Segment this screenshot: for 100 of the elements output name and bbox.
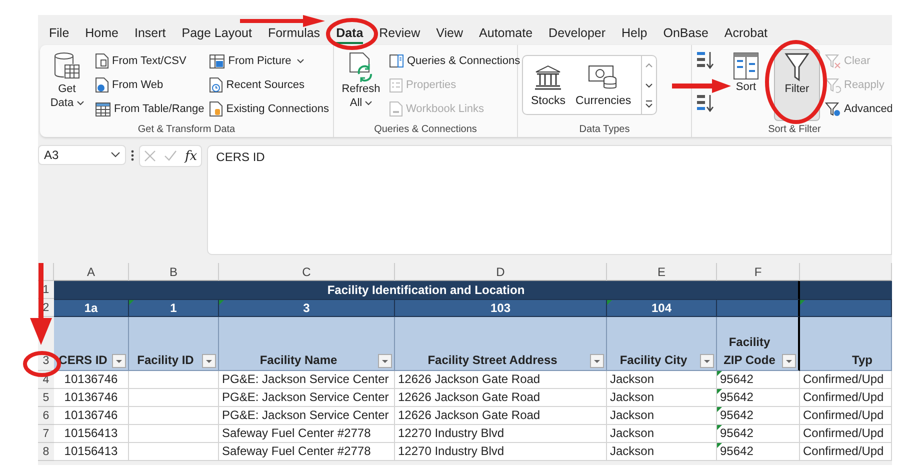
sort-button[interactable] <box>696 50 714 70</box>
insert-function-button[interactable]: fx <box>185 148 198 164</box>
table-cell: 10156413 <box>54 443 129 461</box>
table-cell: Confirmed/Upd <box>800 407 892 425</box>
chevron-down-icon <box>365 100 372 106</box>
data-type-button[interactable]: Stocks <box>531 64 566 106</box>
table-cell: Confirmed/Upd <box>800 425 892 443</box>
chevron-down-icon <box>297 58 304 64</box>
table-cell: 12270 Industry Blvd <box>395 425 607 443</box>
sort-grid-icon <box>733 52 759 80</box>
table-cell: Confirmed/Upd <box>800 371 892 389</box>
filter-dropdown-button[interactable] <box>112 354 126 368</box>
menu-tab[interactable]: Developer <box>548 26 606 44</box>
menu-tab[interactable]: Help <box>622 26 648 44</box>
table-cell: Jackson <box>607 407 717 425</box>
ribbon-button[interactable]: Filter <box>774 49 820 121</box>
reapply-filter-icon <box>825 78 841 92</box>
table-cell: 95642 <box>717 389 800 407</box>
table-cell: 12626 Jackson Gate Road <box>395 407 607 425</box>
check-icon[interactable] <box>164 150 177 162</box>
menu-tab[interactable]: View <box>436 26 464 44</box>
table-cell: Confirmed/Upd <box>800 443 892 461</box>
panel-icon <box>389 54 404 68</box>
column-code: 103 <box>490 301 511 315</box>
ribbon-button[interactable]: From Picture <box>209 51 329 71</box>
menu-tab[interactable]: Automate <box>479 26 533 44</box>
ribbon-button[interactable]: From Table/Range <box>94 99 204 119</box>
menu-tab[interactable]: Review <box>379 26 420 44</box>
more-options-icon[interactable] <box>131 150 134 161</box>
name-box[interactable]: A3 <box>38 145 126 165</box>
menu-tab[interactable]: File <box>49 26 70 44</box>
column-heading: Facility ZIP Code <box>724 334 776 369</box>
ribbon-button[interactable]: Advanced <box>825 99 892 119</box>
table-cell: Jackson <box>607 425 717 443</box>
column-header[interactable]: C <box>219 263 395 281</box>
filter-dropdown-button[interactable] <box>590 354 604 368</box>
annotation-circle <box>23 351 61 377</box>
ribbon-button[interactable]: From Web <box>94 75 204 95</box>
chevron-down-icon <box>111 152 120 158</box>
filter-icon <box>784 52 810 82</box>
column-header[interactable]: B <box>129 263 219 281</box>
sort-button[interactable] <box>696 93 714 113</box>
chevron-down-icon <box>76 100 84 106</box>
more-icon[interactable] <box>643 98 656 110</box>
table-cell: Jackson <box>607 389 717 407</box>
column-header[interactable]: A <box>54 263 129 281</box>
table-cell: Jackson <box>607 371 717 389</box>
ribbon-button[interactable]: Refresh All <box>338 49 384 113</box>
table-cell: PG&E: Jackson Service Center <box>219 371 395 389</box>
column-code: 3 <box>303 301 310 315</box>
column-header[interactable]: D <box>395 263 607 281</box>
row-header[interactable]: 3 <box>42 352 50 370</box>
ribbon-button[interactable]: Recent Sources <box>209 75 329 95</box>
menu-tab[interactable]: Acrobat <box>724 26 768 44</box>
filter-dropdown-button[interactable] <box>700 354 714 368</box>
column-heading: Facility ID <box>137 352 194 369</box>
filter-dropdown-button[interactable] <box>202 354 216 368</box>
sort-ascending-icon <box>696 50 714 70</box>
filter-dropdown-button[interactable] <box>782 354 796 368</box>
table-cell: Safeway Fuel Center #2778 <box>219 443 395 461</box>
menu-tab[interactable]: Formulas <box>268 26 320 44</box>
formula-input[interactable]: CERS ID <box>207 145 892 255</box>
table-cell: 12626 Jackson Gate Road <box>395 371 607 389</box>
menu-tab[interactable]: Page Layout <box>182 26 252 44</box>
column-header[interactable]: E <box>607 263 717 281</box>
document-link-icon <box>389 101 403 117</box>
annotation-arrow <box>672 79 731 93</box>
data-type-button[interactable]: Currencies <box>576 64 632 106</box>
group-label: Get & Transform Data <box>136 124 236 135</box>
table-picture-icon <box>209 54 226 68</box>
clear-filter-icon <box>825 54 841 68</box>
document-icon <box>94 53 109 69</box>
column-heading: Facility Name <box>260 352 338 369</box>
menu-tab[interactable]: Insert <box>134 26 166 44</box>
column-heading: Facility Street Address <box>428 352 558 369</box>
bank-building-icon <box>534 64 562 90</box>
advanced-filter-icon <box>825 102 841 116</box>
ribbon-button[interactable]: Existing Connections <box>209 99 329 119</box>
ribbon-button[interactable]: Sort <box>723 49 769 97</box>
document-cylinder-icon <box>209 101 224 117</box>
group-header-cell: Facility Identification and Location <box>54 281 800 299</box>
ribbon-button[interactable]: Queries & Connections <box>389 51 520 71</box>
column-code: 104 <box>651 301 672 315</box>
table-cell: 10136746 <box>54 407 129 425</box>
menu-tab[interactable]: Home <box>85 26 118 44</box>
filter-dropdown-button[interactable] <box>378 354 392 368</box>
refresh-document-icon <box>347 52 375 82</box>
ribbon-button[interactable]: From Text/CSV <box>94 51 204 71</box>
menu-tab[interactable]: OnBase <box>663 26 708 44</box>
properties-icon <box>389 78 403 92</box>
table-cell: Confirmed/Upd <box>800 389 892 407</box>
group-label: Data Types <box>578 124 631 135</box>
ribbon-button[interactable]: Get Data <box>44 49 90 113</box>
sort-descending-icon <box>696 93 714 113</box>
table-cell: 12626 Jackson Gate Road <box>395 389 607 407</box>
column-heading: CERS ID <box>58 352 108 369</box>
column-header[interactable]: F <box>717 263 800 281</box>
table-cell: 10156413 <box>54 425 129 443</box>
document-clock-icon <box>209 77 224 93</box>
group-label: Sort & Filter <box>767 124 822 135</box>
